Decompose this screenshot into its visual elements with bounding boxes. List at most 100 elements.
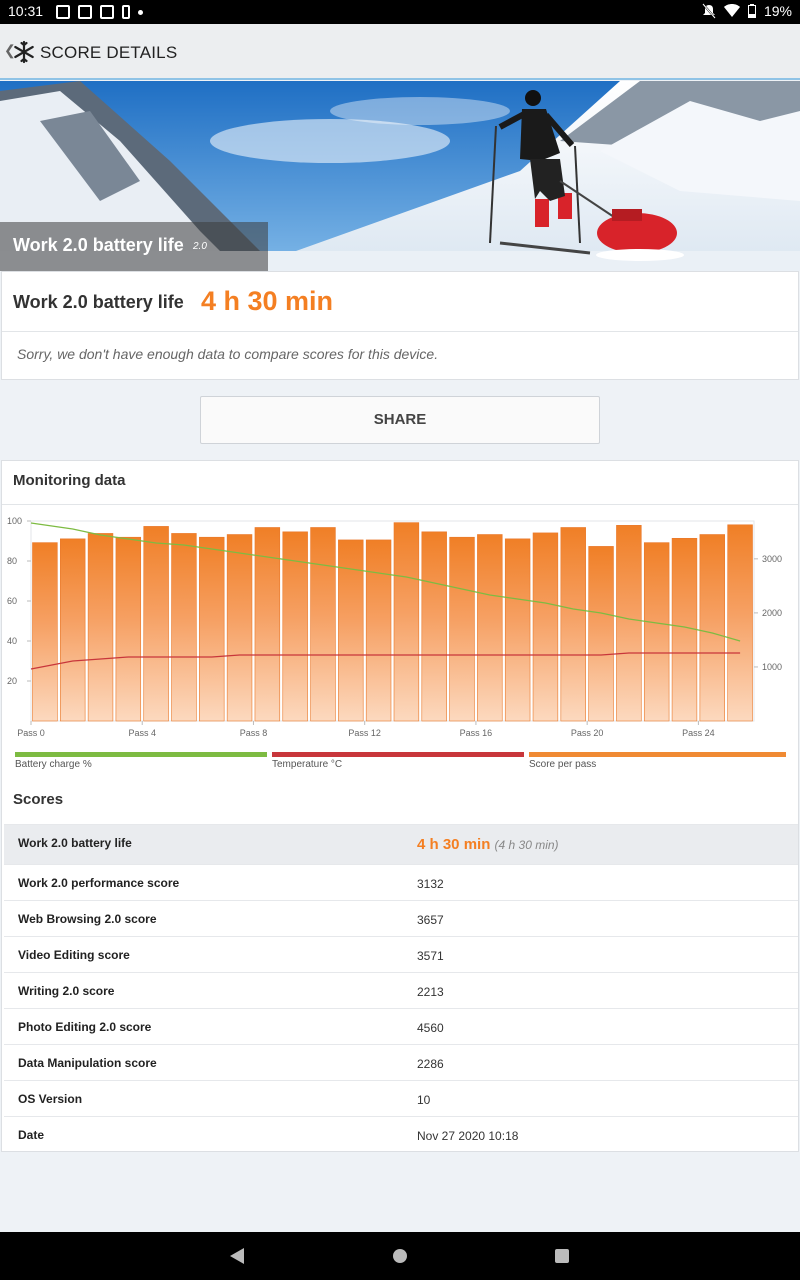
score-bar: [60, 538, 86, 722]
wifi-icon: [723, 4, 740, 17]
image-icon: [56, 5, 70, 19]
score-bar: [699, 534, 725, 722]
left-tick-label: 40: [7, 636, 17, 646]
score-bar: [421, 531, 447, 722]
row-value: 2213: [417, 985, 444, 999]
table-row: Photo Editing 2.0 score 4560: [4, 1008, 798, 1044]
score-bar: [32, 542, 58, 722]
result-label: Work 2.0 battery life: [13, 292, 184, 312]
page-title: SCORE DETAILS: [40, 43, 178, 62]
x-tick-label: Pass 4: [128, 728, 156, 738]
score-bar: [671, 537, 698, 722]
row-value: 3657: [417, 913, 444, 927]
nav-recents-icon[interactable]: [555, 1249, 569, 1263]
legend-battery: Battery charge %: [15, 752, 267, 772]
x-tick-label: Pass 8: [240, 728, 268, 738]
score-bar: [393, 522, 420, 722]
result-value: 4 h 30 min: [201, 286, 334, 316]
row-key: Data Manipulation score: [18, 1056, 157, 1070]
score-bar: [87, 533, 114, 722]
table-row: Data Manipulation score 2286: [4, 1044, 798, 1080]
row-value: 10: [417, 1093, 431, 1107]
score-bar: [643, 542, 670, 722]
legend-score-swatch: [529, 752, 786, 757]
score-bar: [477, 534, 503, 722]
row-key: Photo Editing 2.0 score: [18, 1020, 152, 1034]
scores-table: Work 2.0 battery life 4 h 30 min (4 h 30…: [4, 824, 798, 1152]
monitoring-card: Monitoring data 100 80 60 40 20 3000 2000 1000 P…: [1, 460, 799, 1152]
score-bar: [226, 534, 253, 722]
app-bar: ❮ SCORE DETAILS: [0, 24, 800, 80]
right-tick-label: 1000: [762, 662, 782, 672]
score-bar: [616, 525, 642, 722]
score-bar: [365, 539, 392, 722]
hero-version: 2.0: [193, 241, 207, 252]
divider: [2, 504, 798, 505]
x-tick-label: Pass 24: [682, 728, 715, 738]
score-bar: [560, 527, 586, 722]
score-bar: [143, 526, 169, 722]
divider: [2, 331, 798, 332]
comparison-note: Sorry, we don't have enough data to comp…: [17, 346, 439, 362]
hero-label: Work 2.0 battery life 2.0: [0, 222, 268, 271]
row-key: Video Editing score: [18, 948, 130, 962]
status-bar: 10:31 19%: [0, 0, 800, 24]
row-value: 4 h 30 min (4 h 30 min): [417, 836, 559, 853]
row-key: Date: [18, 1128, 45, 1142]
row-value-sub: (4 h 30 min): [494, 838, 559, 852]
table-row: Writing 2.0 score 2213: [4, 972, 798, 1008]
battery-icon: [747, 4, 756, 18]
pin-icon: [122, 5, 130, 19]
score-bar: [727, 524, 753, 722]
row-key: Work 2.0 performance score: [18, 876, 180, 890]
share-button[interactable]: SHARE: [200, 396, 600, 444]
row-value: 3132: [417, 877, 444, 891]
legend-battery-swatch: [15, 752, 267, 757]
mail-icon: [78, 5, 92, 19]
table-row: Web Browsing 2.0 score 3657: [4, 900, 798, 936]
row-value: 4560: [417, 1021, 444, 1035]
table-row: Work 2.0 performance score 3132: [4, 864, 798, 900]
snowflake-icon[interactable]: [12, 40, 36, 64]
legend-temperature-label: Temperature °C: [272, 759, 343, 770]
row-value-main: 4 h 30 min: [417, 836, 491, 853]
x-tick-label: Pass 0: [17, 728, 45, 738]
left-tick-label: 60: [7, 596, 17, 606]
score-bar: [588, 546, 614, 722]
row-value: 3571: [417, 949, 444, 963]
right-tick-label: 3000: [762, 554, 782, 564]
left-tick-label: 20: [7, 676, 17, 686]
table-row: Work 2.0 battery life 4 h 30 min (4 h 30…: [4, 824, 798, 864]
score-bar: [115, 536, 142, 722]
row-key: Writing 2.0 score: [18, 984, 115, 998]
battery-percent: 19%: [763, 3, 792, 19]
legend-battery-label: Battery charge %: [15, 759, 92, 770]
monitoring-chart: 100 80 60 40 20 3000 2000 1000 Pass 0 Pass 4 Pass …: [7, 516, 782, 738]
score-bar: [504, 538, 531, 722]
navigation-bar: [0, 1232, 800, 1280]
monitoring-heading: Monitoring data: [13, 472, 126, 489]
right-tick-label: 2000: [762, 608, 782, 618]
legend-temperature: Temperature °C: [272, 752, 524, 772]
row-key: Work 2.0 battery life: [18, 836, 132, 850]
status-time: 10:31: [8, 3, 44, 19]
scores-heading: Scores: [13, 791, 64, 808]
score-bar: [449, 536, 475, 722]
score-bar: [171, 533, 197, 722]
left-tick-label: 80: [7, 556, 17, 566]
mute-icon: [702, 3, 716, 19]
hero-title: Work 2.0 battery life: [13, 235, 184, 255]
table-row: Video Editing score 3571: [4, 936, 798, 972]
mail-icon-2: [100, 5, 114, 19]
more-notifications-icon: [138, 10, 143, 15]
notification-icons: [56, 5, 143, 19]
row-key: Web Browsing 2.0 score: [18, 912, 157, 926]
score-bar: [338, 539, 364, 722]
nav-back-icon[interactable]: [230, 1248, 244, 1264]
score-bar: [532, 532, 559, 722]
x-tick-label: Pass 20: [571, 728, 604, 738]
score-bar: [199, 536, 225, 722]
nav-home-icon[interactable]: [393, 1249, 407, 1263]
row-key: OS Version: [18, 1092, 83, 1106]
left-tick-label: 100: [7, 516, 22, 526]
